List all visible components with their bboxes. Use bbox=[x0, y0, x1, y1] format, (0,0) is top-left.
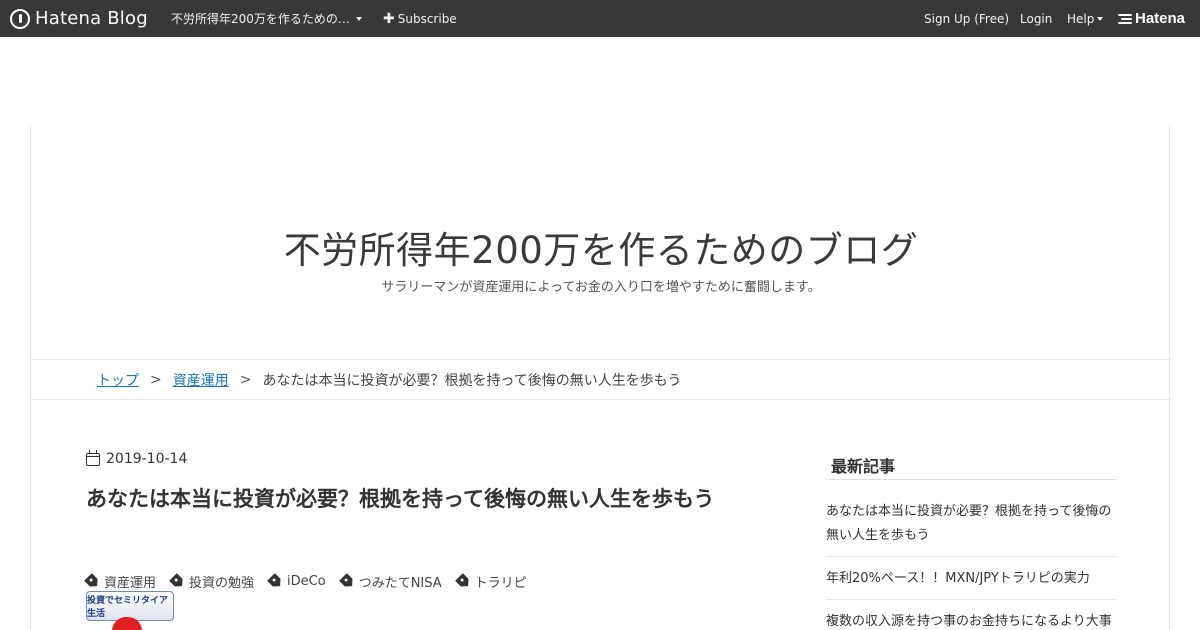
blog-description: サラリーマンが資産運用によってお金の入り口を増やすために奮闘します。 bbox=[381, 280, 821, 295]
banner-text: 投資でセミリタイア生活 bbox=[87, 596, 169, 619]
blog-container: 不労所得年200万を作るためのブログ サラリーマンが資産運用によってお金の入り口… bbox=[30, 125, 1171, 630]
tag-link[interactable]: トラリピ bbox=[457, 572, 527, 591]
tag-label: 投資の勉強 bbox=[189, 576, 255, 591]
brand-name: Hatena Blog bbox=[35, 8, 148, 29]
help-menu[interactable]: Help bbox=[1067, 0, 1104, 37]
tag-icon bbox=[84, 573, 101, 590]
tag-label: 資産運用 bbox=[104, 576, 157, 591]
hatena-blog-logo[interactable]: Hatena Blog bbox=[10, 0, 148, 37]
entry-title[interactable]: あなたは本当に投資が必要？根拠を持って後悔の無い人生を歩もう bbox=[86, 482, 726, 516]
breadcrumb: トップ > 資産運用 > あなたは本当に投資が必要？根拠を持って後悔の無い人生を… bbox=[31, 359, 1171, 400]
recent-entry-link[interactable]: 複数の収入源を持つ事のお金持ちになるより大事 bbox=[826, 610, 1116, 630]
help-label: Help bbox=[1067, 11, 1095, 26]
hatena-label: Hatena bbox=[1135, 10, 1186, 27]
tag-link[interactable]: つみたてNISA bbox=[341, 572, 442, 591]
plus-icon: ✚ bbox=[383, 10, 395, 27]
tag-icon bbox=[455, 573, 472, 590]
login-link[interactable]: Login bbox=[1020, 0, 1052, 37]
breadcrumb-category-link[interactable]: 資産運用 bbox=[173, 370, 229, 390]
tag-label: つみたてNISA bbox=[358, 576, 442, 591]
recent-entry-link[interactable]: 年利20%ペース！！MXN/JPYトラリピの実力 bbox=[826, 567, 1116, 600]
global-header: Hatena Blog 不労所得年200万を作るための… ✚ Subscribe… bbox=[0, 0, 1200, 37]
tag-label: iDeCo bbox=[287, 574, 326, 589]
tag-icon bbox=[169, 573, 186, 590]
recent-entries-heading: 最新記事 bbox=[831, 457, 896, 476]
blog-title[interactable]: 不労所得年200万を作るためのブログ bbox=[31, 220, 1171, 274]
hatena-logo-icon bbox=[1118, 13, 1132, 24]
subscribe-label: Subscribe bbox=[397, 11, 457, 26]
tag-link[interactable]: 投資の勉強 bbox=[171, 572, 254, 591]
hatena-logo[interactable]: Hatena bbox=[1118, 0, 1185, 37]
chevron-down-icon bbox=[1097, 16, 1104, 21]
tag-link[interactable]: 資産運用 bbox=[86, 572, 156, 591]
hatena-blog-logo-icon bbox=[10, 8, 30, 29]
calendar-icon bbox=[86, 449, 100, 466]
subscribe-button[interactable]: ✚ Subscribe bbox=[383, 0, 457, 37]
blog-selector-dropdown[interactable]: 不労所得年200万を作るための… bbox=[171, 0, 362, 37]
entry-tags: 資産運用 投資の勉強 iDeCo つみたてNISA トラリピ bbox=[86, 572, 542, 591]
breadcrumb-top-link[interactable]: トップ bbox=[97, 370, 139, 390]
tag-icon bbox=[339, 573, 356, 590]
breadcrumb-current: あなたは本当に投資が必要？根拠を持って後悔の無い人生を歩もう bbox=[262, 372, 682, 389]
entry-date-text: 2019-10-14 bbox=[106, 451, 188, 467]
entry-date[interactable]: 2019-10-14 bbox=[86, 449, 188, 467]
blog-selector-label: 不労所得年200万を作るための… bbox=[171, 12, 350, 26]
recent-entries-list: あなたは本当に投資が必要？根拠を持って後悔の無い人生を歩もう 年利20%ペース！… bbox=[826, 500, 1116, 630]
recent-entry-link[interactable]: あなたは本当に投資が必要？根拠を持って後悔の無い人生を歩もう bbox=[826, 500, 1116, 557]
signup-link[interactable]: Sign Up (Free) bbox=[924, 0, 1009, 37]
tag-link[interactable]: iDeCo bbox=[269, 572, 326, 591]
chevron-down-icon bbox=[355, 16, 362, 21]
breadcrumb-separator: > bbox=[239, 371, 252, 388]
breadcrumb-separator: > bbox=[150, 371, 162, 388]
tag-label: トラリピ bbox=[474, 576, 527, 591]
sidebar-divider bbox=[826, 479, 1116, 480]
tag-icon bbox=[267, 573, 284, 590]
